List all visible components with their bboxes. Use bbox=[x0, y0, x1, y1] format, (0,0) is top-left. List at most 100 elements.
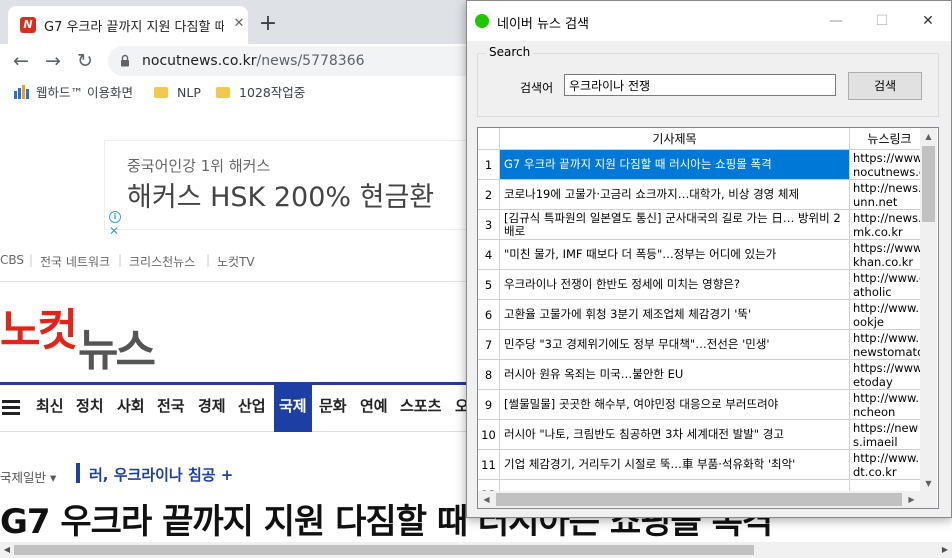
cell-link[interactable]: http://www.newstomato bbox=[850, 330, 930, 360]
url-host: nocutnews.co.kr bbox=[142, 53, 257, 69]
hamburger-menu-icon[interactable] bbox=[2, 400, 22, 416]
ad-close-icon[interactable]: ✕ bbox=[109, 225, 119, 237]
table-row[interactable]: 6 고환율 고물가에 휘청 3분기 제조업체 체감경기 '뚝' http://www… bbox=[478, 300, 930, 330]
menu-item-sports[interactable]: 스포츠 bbox=[400, 395, 441, 416]
naver-app-icon bbox=[475, 14, 489, 28]
menu-item-politics[interactable]: 정치 bbox=[76, 395, 104, 416]
menu-item-latest[interactable]: 최신 bbox=[36, 395, 64, 416]
cell-link[interactable]: http://www.catholic bbox=[850, 270, 930, 300]
reload-button[interactable]: ↻ bbox=[72, 48, 98, 74]
cell-title[interactable]: 기업 체감경기, 거리두기 시절로 뚝…車 부품·석유화학 '최악' bbox=[500, 450, 850, 480]
bookmark-label: NLP bbox=[177, 85, 201, 100]
table-row[interactable]: 4 "미친 물가, IMF 때보다 더 폭등"…정부는 어디에 있는가 https:… bbox=[478, 240, 930, 270]
topnav-christian[interactable]: 크리스천뉴스 bbox=[129, 253, 195, 270]
window-titlebar[interactable]: 네이버 뉴스 검색 — ☐ ✕ bbox=[467, 1, 951, 41]
scroll-right-icon[interactable]: ▶ bbox=[903, 491, 920, 508]
folder-icon bbox=[216, 87, 230, 98]
menu-item-economy[interactable]: 경제 bbox=[198, 395, 226, 416]
cell-link[interactable]: https://www.nocutnews.co.kr bbox=[850, 150, 930, 180]
webhard-icon bbox=[14, 85, 29, 99]
table-row[interactable]: 11 기업 체감경기, 거리두기 시절로 뚝…車 부품·석유화학 '최악' http… bbox=[478, 450, 930, 480]
forward-button[interactable]: → bbox=[40, 48, 66, 74]
table-row[interactable]: 10 러시아 "나토, 크림반도 침공하면 3차 세계대전 발발" 경고 https… bbox=[478, 420, 930, 450]
cell-title[interactable]: [썰물밀물] 곳곳한 해수부, 여야민정 대응으로 부러뜨려야 bbox=[500, 390, 850, 420]
grid-horizontal-scrollbar[interactable]: ◀ ▶ bbox=[478, 491, 920, 508]
nocutnews-logo[interactable]: 노컷 뉴스 bbox=[0, 294, 170, 376]
minimize-button[interactable]: — bbox=[813, 1, 859, 41]
table-row[interactable]: 8 러시아 원유 옥죄는 미국…불안한 EU https://www.etoday bbox=[478, 360, 930, 390]
grid-vertical-scrollbar[interactable]: ▲ ▼ bbox=[920, 128, 937, 492]
cell-link[interactable]: http://www.kookje bbox=[850, 300, 930, 330]
close-button[interactable]: ✕ bbox=[905, 1, 951, 41]
cell-link[interactable]: https://www.etoday bbox=[850, 360, 930, 390]
topnav-network[interactable]: 전국 네트워크 bbox=[40, 253, 110, 270]
ad-info-icon[interactable]: i bbox=[109, 211, 121, 223]
cell-link[interactable]: http://news.unn.net bbox=[850, 180, 930, 210]
ad-banner[interactable]: 중국어인강 1위 해커스 해커스 HSK 200% 현금환 i ✕ bbox=[104, 140, 484, 237]
scroll-right-icon[interactable]: ▶ bbox=[938, 542, 952, 558]
ad-text: 중국어인강 1위 해커스 bbox=[127, 157, 271, 175]
table-row[interactable]: 1 G7 우크라 끝까지 지원 다짐할 때 러시아는 쇼핑몰 폭격 https://… bbox=[478, 150, 930, 180]
table-row[interactable]: 3 [김규식 특파원의 일본열도 통신] 군사대국의 길로 가는 日… 방위비 2… bbox=[478, 210, 930, 240]
table-row[interactable]: 5 우크라이나 전쟁이 한반도 정세에 미치는 영향은? http://www.ca… bbox=[478, 270, 930, 300]
menu-item-international[interactable]: 국제 bbox=[279, 395, 307, 416]
scroll-left-icon[interactable]: ◀ bbox=[478, 491, 495, 508]
url-text: nocutnews.co.kr/news/5778366 bbox=[142, 53, 365, 69]
new-tab-button[interactable]: + bbox=[256, 12, 280, 36]
news-result-grid[interactable]: 기사제목 뉴스링크 1 G7 우크라 끝까지 지원 다짐할 때 러시아는 쇼핑몰 … bbox=[477, 127, 939, 509]
cell-title[interactable]: 러시아 원유 옥죄는 미국…불안한 EU bbox=[500, 360, 850, 390]
cell-title[interactable]: [김규식 특파원의 일본열도 통신] 군사대국의 길로 가는 日… 방위비 2배… bbox=[500, 210, 850, 240]
bookmark-webhard[interactable]: 웹하드™ 이용화면 bbox=[14, 84, 133, 102]
naver-news-search-window: 네이버 뉴스 검색 — ☐ ✕ Search 검색어 검색 기사제목 뉴스링크 … bbox=[466, 0, 952, 518]
scrollbar-thumb[interactable] bbox=[496, 493, 902, 506]
breadcrumb-topic[interactable]: 러, 우크라이나 침공 + bbox=[89, 464, 233, 485]
browser-tab[interactable]: N G7 우크라 끝까지 지원 다짐할 때 ✕ bbox=[8, 6, 248, 44]
cell-link[interactable]: http://www.incheon bbox=[850, 390, 930, 420]
cell-link[interactable]: https://www.khan.co.kr bbox=[850, 240, 930, 270]
cell-link[interactable]: https://news.imaeil bbox=[850, 420, 930, 450]
bookmark-label: 1028작업중 bbox=[239, 85, 306, 100]
column-header-link[interactable]: 뉴스링크 bbox=[850, 128, 930, 150]
cell-link[interactable]: http://www.dt.co.kr bbox=[850, 450, 930, 480]
breadcrumb-bar bbox=[76, 463, 80, 483]
breadcrumb-section[interactable]: 국제일반 ▾ bbox=[0, 467, 56, 486]
menu-item-society[interactable]: 사회 bbox=[117, 395, 145, 416]
table-row[interactable]: 9 [썰물밀물] 곳곳한 해수부, 여야민정 대응으로 부러뜨려야 http://w… bbox=[478, 390, 930, 420]
bookmark-1028[interactable]: 1028작업중 bbox=[216, 84, 305, 102]
search-button[interactable]: 검색 bbox=[848, 72, 922, 100]
cell-title[interactable]: 민주당 "3고 경제위기에도 정부 무대책"…전선은 '민생' bbox=[500, 330, 850, 360]
tab-close-icon[interactable]: ✕ bbox=[230, 15, 248, 33]
column-header-title[interactable]: 기사제목 bbox=[500, 128, 850, 150]
topnav-cbs[interactable]: CBS bbox=[0, 253, 24, 267]
menu-item-entertainment[interactable]: 연예 bbox=[360, 395, 388, 416]
bookmark-nlp[interactable]: NLP bbox=[154, 84, 201, 102]
menu-item-national[interactable]: 전국 bbox=[157, 395, 185, 416]
table-row[interactable]: 2 코로나19에 고물가·고금리 쇼크까지…대학가, 비상 경영 체제 http:/… bbox=[478, 180, 930, 210]
cell-title[interactable]: "미친 물가, IMF 때보다 더 폭등"…정부는 어디에 있는가 bbox=[500, 240, 850, 270]
cell-title[interactable]: 코로나19에 고물가·고금리 쇼크까지…대학가, 비상 경영 체제 bbox=[500, 180, 850, 210]
cell-link[interactable]: http://news.mk.co.kr bbox=[850, 210, 930, 240]
scroll-down-icon[interactable]: ▼ bbox=[920, 475, 937, 492]
search-input[interactable] bbox=[564, 74, 836, 96]
topnav-tv[interactable]: 노컷TV bbox=[217, 253, 255, 270]
cell-title[interactable]: G7 우크라 끝까지 지원 다짐할 때 러시아는 쇼핑몰 폭격 bbox=[500, 150, 850, 180]
cell-title[interactable]: 러시아 "나토, 크림반도 침공하면 3차 세계대전 발발" 경고 bbox=[500, 420, 850, 450]
row-number: 5 bbox=[478, 270, 500, 300]
scrollbar-thumb[interactable] bbox=[922, 146, 935, 222]
scroll-left-icon[interactable]: ◀ bbox=[0, 542, 14, 558]
groupbox-label: Search bbox=[486, 45, 534, 59]
page-horizontal-scrollbar[interactable]: ◀ ▶ bbox=[0, 542, 952, 558]
menu-item-industry[interactable]: 산업 bbox=[238, 395, 266, 416]
cell-title[interactable]: 고환율 고물가에 휘청 3분기 제조업체 체감경기 '뚝' bbox=[500, 300, 850, 330]
cell-title[interactable]: 우크라이나 전쟁이 한반도 정세에 미치는 영향은? bbox=[500, 270, 850, 300]
scroll-up-icon[interactable]: ▲ bbox=[920, 128, 937, 145]
search-label: 검색어 bbox=[520, 81, 554, 95]
back-button[interactable]: ← bbox=[8, 48, 34, 74]
row-number: 9 bbox=[478, 390, 500, 420]
maximize-button[interactable]: ☐ bbox=[859, 1, 905, 41]
divider: | bbox=[29, 253, 34, 267]
scrollbar-thumb[interactable] bbox=[14, 545, 754, 555]
folder-icon bbox=[154, 87, 168, 98]
menu-item-culture[interactable]: 문화 bbox=[319, 395, 347, 416]
table-row[interactable]: 7 민주당 "3고 경제위기에도 정부 무대책"…전선은 '민생' http://w… bbox=[478, 330, 930, 360]
